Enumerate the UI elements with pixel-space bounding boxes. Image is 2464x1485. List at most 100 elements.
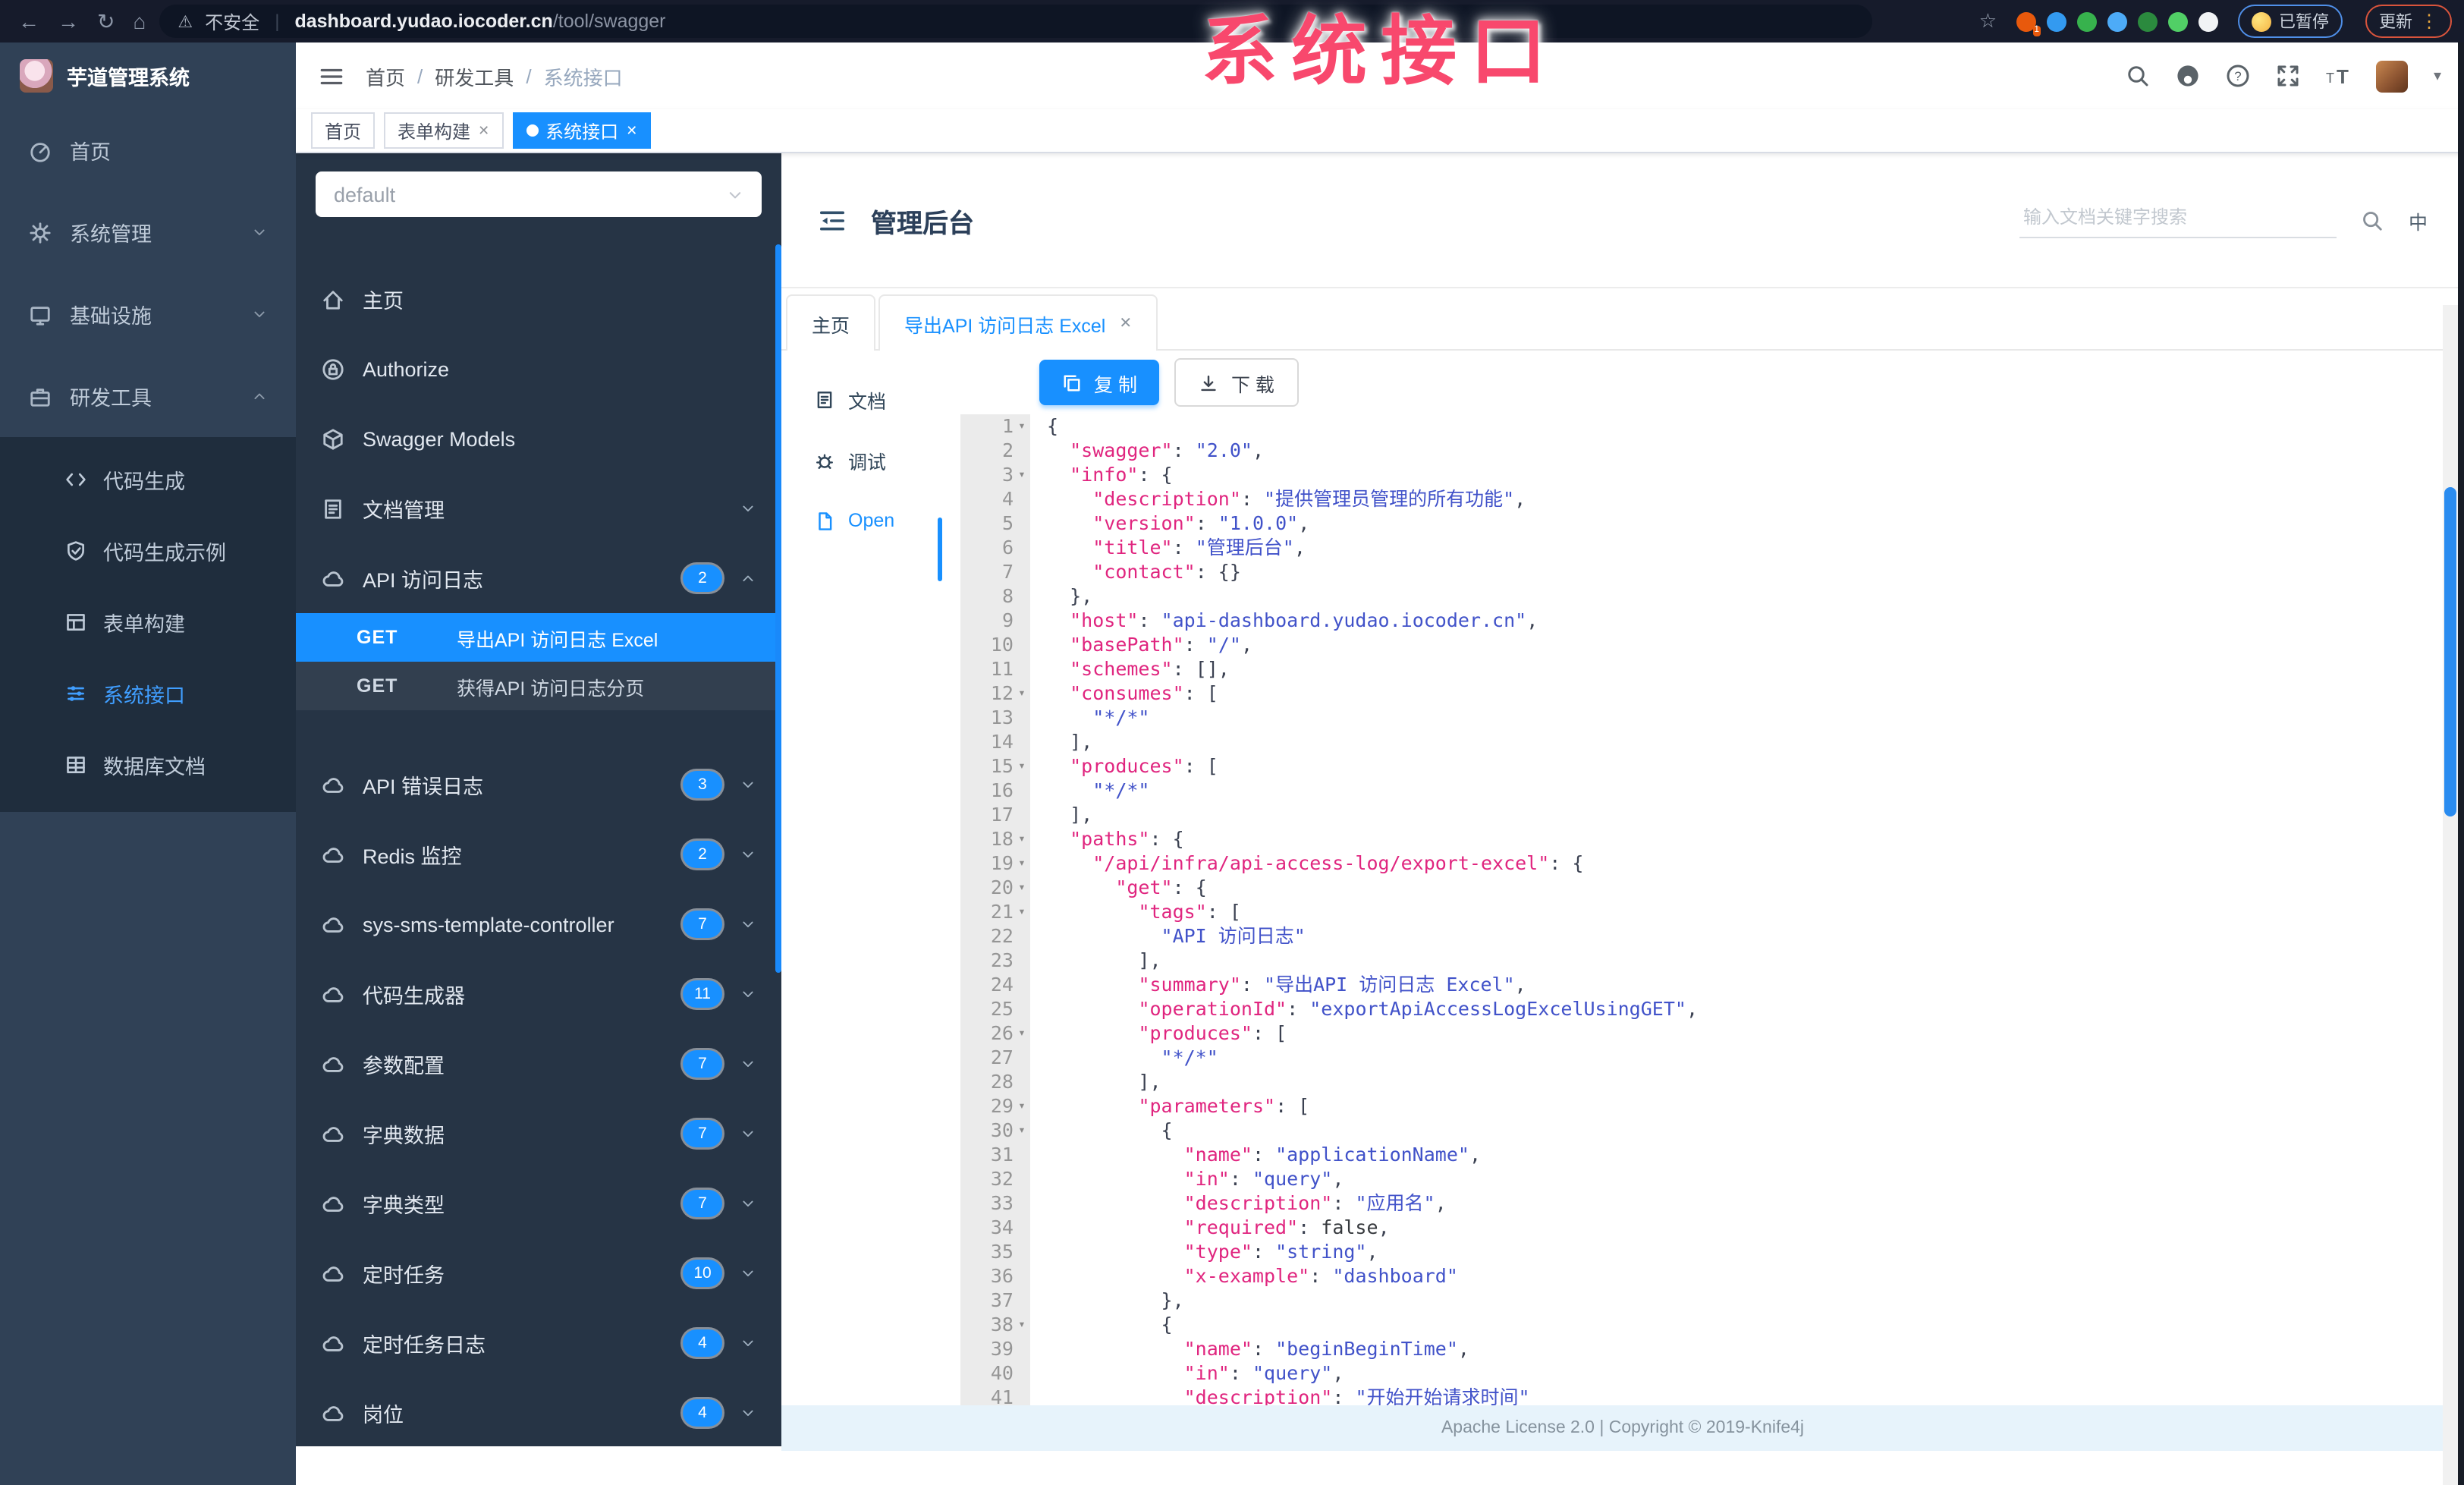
app-logo[interactable]: 芋道管理系统 <box>0 42 296 109</box>
close-icon[interactable]: ✕ <box>1119 315 1132 332</box>
close-icon[interactable]: ✕ <box>626 122 637 139</box>
api-group-代码生成器[interactable]: 代码生成器 11 <box>296 959 781 1029</box>
api-group-文档管理[interactable]: 文档管理 <box>296 474 781 543</box>
http-method: GET <box>357 627 398 648</box>
language-toggle[interactable]: 中 <box>2409 206 2428 234</box>
reload-icon[interactable]: ↻ <box>97 8 115 34</box>
window-scrollbar-thumb[interactable] <box>2444 487 2456 816</box>
tag-item[interactable]: 表单构建 ✕ <box>384 112 504 149</box>
sidebar-item-系统接口[interactable]: 系统接口 <box>0 657 296 728</box>
hamburger-icon[interactable] <box>319 63 344 89</box>
fold-arrow-icon[interactable]: ▾ <box>1014 851 1030 876</box>
sidebar-item-研发工具[interactable]: 研发工具 <box>0 355 296 437</box>
side-tab-Open[interactable]: Open <box>781 490 960 551</box>
code-line: "contact": {} <box>1092 560 1241 583</box>
forward-icon[interactable]: → <box>58 8 79 34</box>
api-group-定时任务[interactable]: 定时任务 10 <box>296 1238 781 1308</box>
fold-arrow-icon[interactable]: ▾ <box>1014 1118 1030 1143</box>
fold-arrow-icon[interactable]: ▾ <box>1014 754 1030 779</box>
extension-green-6n-icon[interactable] <box>2138 11 2158 31</box>
expand-icon[interactable] <box>2276 64 2300 88</box>
search-icon[interactable] <box>2126 64 2150 88</box>
help-icon[interactable]: ? <box>2226 64 2250 88</box>
page-url[interactable]: dashboard.yudao.iocoder.cn/tool/swagger <box>294 11 665 32</box>
api-group-Authorize[interactable]: Authorize <box>296 334 781 404</box>
download-button[interactable]: 下 载 <box>1174 358 1299 407</box>
address-bar[interactable]: ⚠ 不安全 | dashboard.yudao.iocoder.cn/tool/… <box>159 5 1873 38</box>
api-group-API 错误日志[interactable]: API 错误日志 3 <box>296 750 781 820</box>
close-icon[interactable]: ✕ <box>478 122 489 139</box>
api-group-Redis 监控[interactable]: Redis 监控 2 <box>296 820 781 889</box>
fold-arrow-icon[interactable]: ▾ <box>1014 1313 1030 1337</box>
extension-green-leaf-icon[interactable] <box>2168 11 2188 31</box>
browser-menu-icon[interactable]: ⋮ <box>2420 11 2438 32</box>
fold-arrow-icon[interactable]: ▾ <box>1014 827 1030 851</box>
api-group-字典类型[interactable]: 字典类型 7 <box>296 1169 781 1238</box>
paused-pill[interactable]: 已暂停 <box>2238 5 2343 38</box>
breadcrumb-item[interactable]: 研发工具 <box>435 61 514 90</box>
extension-blue-drop-icon[interactable] <box>2047 11 2066 31</box>
doc-search-input[interactable]: 输入文档关键字搜索 <box>2019 203 2337 238</box>
sidebar-item-系统管理[interactable]: 系统管理 <box>0 191 296 273</box>
extension-green-circle-icon[interactable] <box>2077 11 2097 31</box>
window-scrollbar[interactable] <box>2443 305 2458 1485</box>
api-group-sys-sms-template-controller[interactable]: sys-sms-template-controller 7 <box>296 889 781 959</box>
endpoint-导出API 访问日志 Excel[interactable]: GET 导出API 访问日志 Excel <box>296 613 781 662</box>
extension-blue-grid-icon[interactable] <box>2107 11 2127 31</box>
fold-arrow-icon[interactable]: ▾ <box>1014 900 1030 924</box>
svg-text:?: ? <box>2234 69 2241 83</box>
copy-button[interactable]: 复 制 <box>1039 360 1160 405</box>
sidebar-item-表单构建[interactable]: 表单构建 <box>0 586 296 657</box>
sidebar-item-代码生成[interactable]: 代码生成 <box>0 443 296 514</box>
extension-orange-icon[interactable]: 1 <box>2016 11 2041 36</box>
hamburger-icon[interactable] <box>319 63 344 89</box>
api-group-岗位[interactable]: 岗位 4 <box>296 1378 781 1446</box>
gutter-line: 21 ▾ <box>960 900 1030 924</box>
doc-search-icon[interactable] <box>2362 209 2384 231</box>
user-avatar[interactable] <box>2375 60 2408 92</box>
search-icon[interactable] <box>2362 209 2384 231</box>
caret-down-icon[interactable]: ▾ <box>2434 68 2441 84</box>
api-icon <box>65 682 86 703</box>
sidebar-item-数据库文档[interactable]: 数据库文档 <box>0 728 296 800</box>
bookmark-star-icon[interactable]: ☆ <box>1979 9 1997 33</box>
collapse-sidebar-icon[interactable] <box>818 206 847 234</box>
fold-arrow-icon[interactable]: ▾ <box>1014 463 1030 487</box>
side-tab-文档[interactable]: 文档 <box>781 369 960 429</box>
fold-arrow-icon[interactable]: ▾ <box>1014 1094 1030 1118</box>
fold-arrow-icon[interactable]: ▾ <box>1014 876 1030 900</box>
gear-icon <box>29 221 52 244</box>
github-icon[interactable] <box>2176 64 2200 88</box>
breadcrumb-item[interactable]: 首页 <box>366 61 405 90</box>
home-icon[interactable]: ⌂ <box>133 8 146 34</box>
sidebar-item-首页[interactable]: 首页 <box>0 109 296 191</box>
tag-item[interactable]: 首页 <box>311 112 376 149</box>
group-select[interactable]: default <box>316 171 762 217</box>
api-group-API 访问日志[interactable]: API 访问日志 2 <box>296 543 781 613</box>
side-tab-调试[interactable]: 调试 <box>781 429 960 490</box>
fold-arrow-icon[interactable]: ▾ <box>1014 414 1030 439</box>
api-group-Swagger Models[interactable]: Swagger Models <box>296 404 781 474</box>
code-editor[interactable]: 1 ▾ 2 3 ▾ 4 5 6 7 8 9 10 11 12 ▾ 13 14 15 ▾ 16 17 18 ▾ 19 ▾ 20 ▾ 21… <box>960 414 2464 1405</box>
sidebar-item-基础设施[interactable]: 基础设施 <box>0 273 296 355</box>
extension-white-paw-icon[interactable] <box>2198 11 2218 31</box>
fold-arrow-icon[interactable]: ▾ <box>1014 1021 1030 1046</box>
fold-arrow-icon[interactable]: ▾ <box>1014 681 1030 706</box>
sidebar-item-代码生成示例[interactable]: 代码生成示例 <box>0 514 296 586</box>
doc-tab-导出API 访问日志 Excel[interactable]: 导出API 访问日志 Excel ✕ <box>878 294 1158 351</box>
update-button[interactable]: 更新 ⋮ <box>2365 5 2452 38</box>
api-group-参数配置[interactable]: 参数配置 7 <box>296 1029 781 1099</box>
editor-code[interactable]: { "swagger": "2.0", "info": { "descripti… <box>1030 414 2464 1405</box>
endpoint-获得API 访问日志分页[interactable]: GET 获得API 访问日志分页 <box>296 662 781 710</box>
fontsize-icon[interactable]: TT <box>2326 64 2350 88</box>
back-icon[interactable]: ← <box>18 8 39 34</box>
api-group-主页[interactable]: 主页 <box>296 264 781 334</box>
security-label[interactable]: 不安全 <box>205 8 259 34</box>
api-nav-scrollbar[interactable] <box>775 244 781 973</box>
tag-active[interactable]: 系统接口 ✕ <box>512 112 652 149</box>
api-group-字典数据[interactable]: 字典数据 7 <box>296 1099 781 1169</box>
collapse-icon[interactable] <box>818 206 847 234</box>
doc-tab-主页[interactable]: 主页 <box>786 294 876 351</box>
gutter-line: 9 <box>960 609 1030 633</box>
api-group-定时任务日志[interactable]: 定时任务日志 4 <box>296 1308 781 1378</box>
